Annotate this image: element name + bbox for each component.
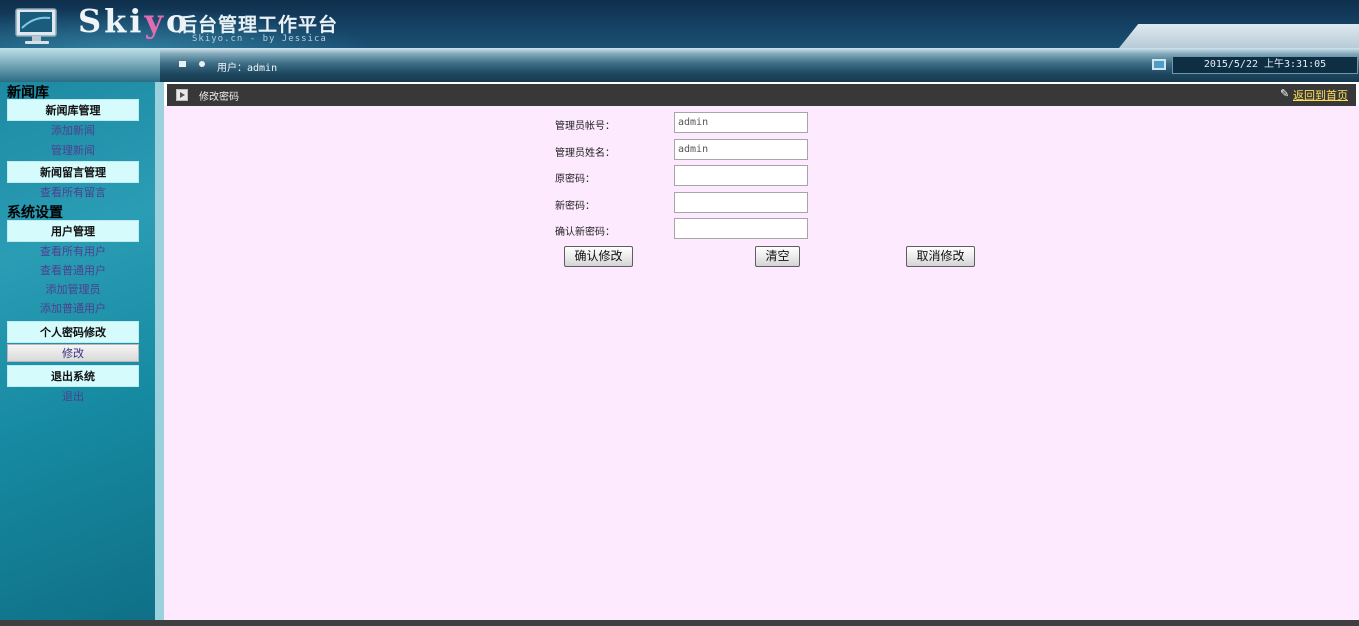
logo-text-i: i <box>129 2 145 40</box>
clock-display: 2015/5/22 上午3:31:05 <box>1172 56 1358 74</box>
sidebar-category-system: 系统设置 <box>7 205 63 221</box>
label-old-password: 原密码： <box>555 174 595 185</box>
menu-head-news-comments[interactable]: 新闻留言管理 <box>7 161 139 183</box>
sidebar-item-view-all-comments[interactable]: 查看所有留言 <box>7 184 139 202</box>
monitor-icon <box>15 8 57 44</box>
label-admin-name: 管理员姓名： <box>555 148 615 159</box>
app-title: 后台管理工作平台 <box>178 14 339 36</box>
top-toolbar: 用户：admin 2015/5/22 上午3:31:05 <box>0 48 1359 82</box>
label-new-password: 新密码： <box>555 201 595 212</box>
sidebar-item-view-all-users[interactable]: 查看所有用户 <box>7 243 139 261</box>
app-subtitle: Skiyo.cn - by Jessica <box>192 34 327 44</box>
header-tab-shape <box>1119 24 1359 48</box>
confirm-change-button[interactable]: 确认修改 <box>564 246 633 267</box>
confirm-password-input[interactable] <box>674 218 808 239</box>
sidebar-item-add-normal-user[interactable]: 添加普通用户 <box>7 300 139 318</box>
sidebar-item-manage-news[interactable]: 管理新闻 <box>7 142 139 160</box>
sidebar-item-logout[interactable]: 退出 <box>7 388 139 406</box>
cancel-change-button[interactable]: 取消修改 <box>906 246 975 267</box>
old-password-input[interactable] <box>674 165 808 186</box>
sidebar-item-view-normal-users[interactable]: 查看普通用户 <box>7 262 139 280</box>
sidebar: 新闻库 新闻库管理 添加新闻 管理新闻 新闻留言管理 查看所有留言 系统设置 用… <box>0 82 164 626</box>
sidebar-item-add-news[interactable]: 添加新闻 <box>7 122 139 140</box>
current-user-label: 用户：admin <box>217 63 278 74</box>
sidebar-item-change-password[interactable]: 修改 <box>7 344 139 362</box>
menu-head-password[interactable]: 个人密码修改 <box>7 321 139 343</box>
sidebar-edge <box>155 82 164 626</box>
play-icon <box>176 89 188 101</box>
label-admin-account: 管理员帐号： <box>555 121 615 132</box>
skiyo-logo: Skiyo <box>78 2 190 40</box>
page-title: 修改密码 <box>199 92 239 103</box>
window-icon <box>179 61 186 67</box>
back-to-home-link[interactable]: 返回到首页 <box>1293 87 1348 103</box>
content-area: 管理员帐号： 管理员姓名： 原密码： 新密码： 确认新密码： 确认修改 清空 取… <box>164 106 1359 622</box>
admin-name-input[interactable] <box>674 139 808 160</box>
new-password-input[interactable] <box>674 192 808 213</box>
main-title-bar: 修改密码 ✎ 返回到首页 <box>167 84 1356 106</box>
logo-text-y: y <box>144 2 167 40</box>
header-banner: Skiyo 后台管理工作平台 Skiyo.cn - by Jessica <box>0 0 1359 48</box>
menu-head-logout[interactable]: 退出系统 <box>7 365 139 387</box>
toolbar-left-stripe <box>0 48 160 82</box>
sidebar-item-add-admin[interactable]: 添加管理员 <box>7 281 139 299</box>
screen-icon <box>1152 59 1166 70</box>
admin-account-input[interactable] <box>674 112 808 133</box>
bullet-icon <box>199 61 205 67</box>
logo-text-sk: Sk <box>78 2 130 40</box>
pencil-icon: ✎ <box>1280 87 1290 100</box>
label-confirm-password: 确认新密码： <box>555 227 615 238</box>
menu-head-user-manage[interactable]: 用户管理 <box>7 220 139 242</box>
clear-button[interactable]: 清空 <box>755 246 800 267</box>
menu-head-news-manage[interactable]: 新闻库管理 <box>7 99 139 121</box>
main-panel: 修改密码 ✎ 返回到首页 管理员帐号： 管理员姓名： 原密码： 新密码： 确认新… <box>164 82 1359 626</box>
bottom-border <box>0 620 1359 626</box>
